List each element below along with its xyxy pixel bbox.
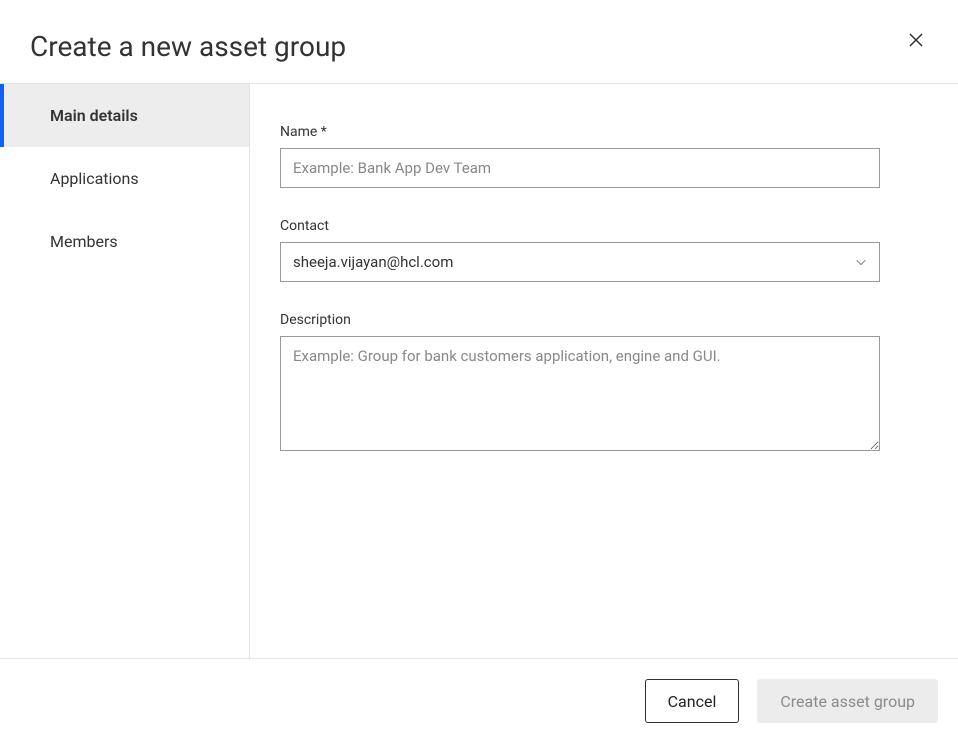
sidebar-item-label: Members — [50, 232, 118, 251]
field-contact: Contact sheeja.vijayan@hcl.com — [280, 218, 908, 282]
field-name: Name * — [280, 124, 908, 188]
close-button[interactable] — [904, 28, 928, 52]
dialog-body: Main details Applications Members Name *… — [0, 84, 958, 659]
field-description: Description — [280, 312, 908, 455]
dialog-footer: Cancel Create asset group — [0, 659, 958, 743]
sidebar-item-main-details[interactable]: Main details — [0, 84, 249, 147]
description-input[interactable] — [280, 336, 880, 451]
sidebar-item-members[interactable]: Members — [0, 210, 249, 273]
dialog-title: Create a new asset group — [30, 30, 346, 63]
contact-select-value: sheeja.vijayan@hcl.com — [280, 242, 880, 282]
dialog-header: Create a new asset group — [0, 0, 958, 84]
contact-select[interactable]: sheeja.vijayan@hcl.com — [280, 242, 880, 282]
description-label: Description — [280, 312, 908, 328]
sidebar-item-label: Applications — [50, 169, 139, 188]
contact-label: Contact — [280, 218, 908, 234]
sidebar-item-label: Main details — [50, 106, 138, 125]
contact-selected-text: sheeja.vijayan@hcl.com — [293, 253, 453, 271]
close-icon — [908, 32, 924, 48]
form-panel: Name * Contact sheeja.vijayan@hcl.com De… — [250, 84, 958, 658]
name-input[interactable] — [280, 148, 880, 188]
sidebar: Main details Applications Members — [0, 84, 250, 658]
create-asset-group-button[interactable]: Create asset group — [757, 679, 938, 723]
sidebar-item-applications[interactable]: Applications — [0, 147, 249, 210]
name-label: Name * — [280, 124, 908, 140]
cancel-button[interactable]: Cancel — [645, 679, 740, 723]
